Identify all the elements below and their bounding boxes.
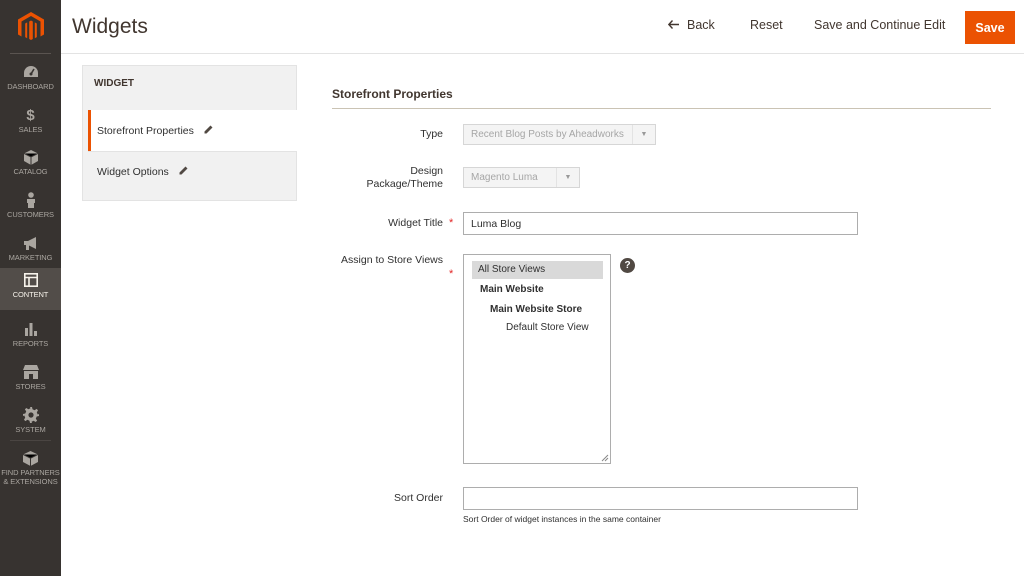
menu-label: STORES bbox=[15, 382, 46, 391]
save-button[interactable]: Save bbox=[965, 11, 1015, 44]
menu-label: SALES bbox=[18, 125, 43, 134]
resize-handle-icon[interactable] bbox=[601, 454, 609, 462]
storefront-icon bbox=[22, 364, 39, 380]
menu-label: CATALOG bbox=[13, 167, 48, 176]
type-label: Type bbox=[420, 128, 443, 140]
store-view-option-default[interactable]: Default Store View bbox=[506, 322, 589, 334]
store-view-option-all[interactable]: All Store Views bbox=[472, 261, 603, 279]
menu-item-stores[interactable]: STORES bbox=[0, 360, 61, 403]
pencil-icon bbox=[179, 166, 188, 178]
menu-item-catalog[interactable]: CATALOG bbox=[0, 145, 61, 188]
menu-divider bbox=[10, 440, 51, 441]
cube-icon bbox=[23, 149, 38, 165]
widget-tabs: WIDGET Storefront Properties Widget Opti… bbox=[82, 65, 297, 201]
widget-title-value: Luma Blog bbox=[471, 217, 522, 230]
gear-icon bbox=[22, 407, 39, 423]
menu-item-customers[interactable]: CUSTOMERS bbox=[0, 188, 61, 231]
box-icon bbox=[23, 450, 38, 466]
tab-widget-options[interactable]: Widget Options bbox=[88, 151, 297, 192]
back-button-label: Back bbox=[687, 18, 715, 32]
back-button[interactable]: Back bbox=[667, 18, 715, 32]
page-title: Widgets bbox=[72, 15, 148, 38]
widget-title-label: Widget Title bbox=[388, 217, 443, 229]
design-select: Magento Luma ▼ bbox=[463, 167, 580, 188]
admin-menu: DASHBOARD $ SALES CATALOG CUSTOMERS MARK… bbox=[0, 0, 61, 576]
widget-title-input[interactable]: Luma Blog bbox=[463, 212, 858, 235]
store-view-group-website: Main Website bbox=[480, 284, 544, 295]
type-select-value: Recent Blog Posts by Aheadworks bbox=[471, 129, 624, 140]
help-icon[interactable]: ? bbox=[620, 258, 635, 273]
page-header: Widgets Back Reset Save and Continue Edi… bbox=[61, 0, 1024, 54]
menu-item-dashboard[interactable]: DASHBOARD bbox=[0, 60, 61, 103]
dashboard-icon bbox=[23, 64, 39, 80]
layout-icon bbox=[23, 272, 38, 288]
magento-logo-icon bbox=[17, 12, 44, 40]
pencil-icon bbox=[204, 125, 213, 137]
arrow-left-icon bbox=[667, 18, 679, 32]
design-label: Design Package/Theme bbox=[366, 165, 443, 190]
menu-label: CONTENT bbox=[12, 290, 49, 299]
tab-storefront-properties[interactable]: Storefront Properties bbox=[88, 110, 297, 151]
dollar-icon: $ bbox=[26, 106, 35, 124]
store-views-multiselect[interactable]: All Store Views Main Website Main Websit… bbox=[463, 254, 611, 464]
person-icon bbox=[26, 192, 36, 208]
menu-label: REPORTS bbox=[12, 339, 49, 348]
store-view-group-store: Main Website Store bbox=[490, 304, 583, 315]
menu-label: MARKETING bbox=[8, 253, 53, 262]
tab-label: Storefront Properties bbox=[97, 124, 194, 137]
chevron-down-icon: ▼ bbox=[556, 168, 579, 187]
reset-button[interactable]: Reset bbox=[750, 18, 783, 32]
fieldset-divider bbox=[332, 108, 991, 109]
required-marker: * bbox=[449, 268, 454, 280]
tabs-title: WIDGET bbox=[94, 78, 134, 89]
required-marker: * bbox=[449, 217, 454, 229]
menu-item-find-partners[interactable]: FIND PARTNERS & EXTENSIONS bbox=[0, 446, 61, 486]
menu-item-reports[interactable]: REPORTS bbox=[0, 317, 61, 360]
bar-chart-icon bbox=[24, 321, 38, 337]
chevron-down-icon: ▼ bbox=[632, 125, 655, 144]
megaphone-icon bbox=[23, 235, 39, 251]
type-select: Recent Blog Posts by Aheadworks ▼ bbox=[463, 124, 656, 145]
sort-order-label: Sort Order bbox=[393, 492, 443, 504]
menu-label: SYSTEM bbox=[15, 425, 46, 434]
store-views-label: Assign to Store Views bbox=[341, 254, 443, 266]
sort-order-input[interactable] bbox=[463, 487, 858, 510]
menu-label: FIND PARTNERS & EXTENSIONS bbox=[1, 468, 60, 486]
design-select-value: Magento Luma bbox=[471, 172, 538, 183]
menu-item-sales[interactable]: $ SALES bbox=[0, 103, 61, 146]
sort-order-note: Sort Order of widget instances in the sa… bbox=[463, 514, 661, 524]
fieldset-title: Storefront Properties bbox=[332, 87, 453, 101]
menu-label: CUSTOMERS bbox=[7, 210, 54, 219]
menu-item-content[interactable]: CONTENT bbox=[0, 268, 61, 310]
menu-label: DASHBOARD bbox=[7, 82, 54, 91]
save-and-continue-button[interactable]: Save and Continue Edit bbox=[814, 18, 945, 32]
menu-divider bbox=[10, 53, 51, 54]
tab-label: Widget Options bbox=[97, 166, 169, 178]
magento-logo[interactable] bbox=[0, 0, 61, 54]
